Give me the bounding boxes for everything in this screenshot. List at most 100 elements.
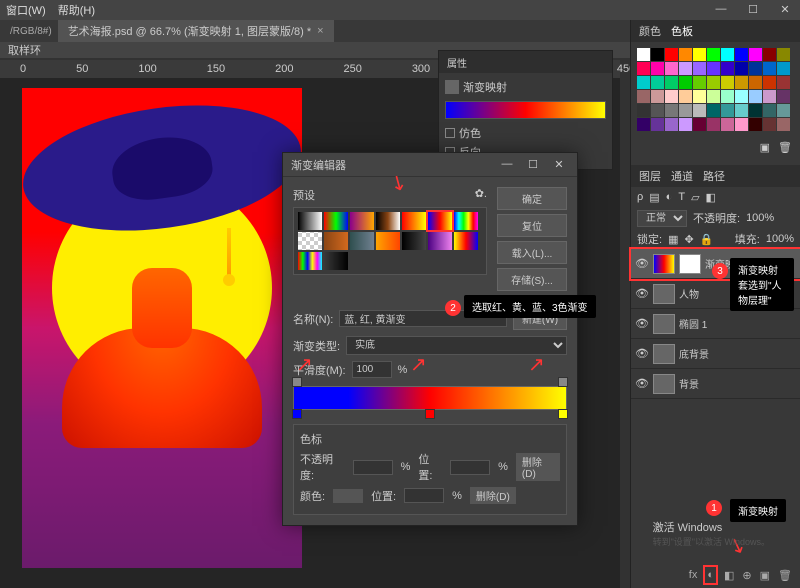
layer-footer-icon[interactable]: ⊕	[742, 569, 751, 582]
filter-type-icon[interactable]: ▤	[649, 191, 659, 204]
filter-adj-icon[interactable]: ◐	[666, 191, 673, 203]
swatch[interactable]	[721, 48, 734, 61]
preset-swatch[interactable]	[350, 232, 374, 250]
swatch[interactable]	[735, 90, 748, 103]
tab-color[interactable]: 颜色	[639, 23, 661, 39]
layer-footer-icon[interactable]: ▣	[760, 569, 770, 582]
swatch[interactable]	[679, 48, 692, 61]
swatch[interactable]	[763, 62, 776, 75]
swatch[interactable]	[637, 118, 650, 131]
swatch[interactable]	[693, 76, 706, 89]
preset-swatch[interactable]	[324, 252, 348, 270]
swatch[interactable]	[763, 118, 776, 131]
position-input[interactable]	[450, 460, 490, 475]
ok-button[interactable]: 确定	[497, 187, 567, 210]
swatch[interactable]	[679, 62, 692, 75]
swatch[interactable]	[637, 76, 650, 89]
swatch[interactable]	[707, 118, 720, 131]
swatch[interactable]	[665, 76, 678, 89]
swatch[interactable]	[721, 118, 734, 131]
swatch[interactable]	[693, 104, 706, 117]
layer-thumbnail[interactable]	[653, 374, 675, 394]
canvas[interactable]	[22, 88, 302, 568]
tab-paths[interactable]: 路径	[703, 168, 725, 184]
dialog-close-icon[interactable]: ✕	[549, 158, 569, 171]
preset-swatch[interactable]	[324, 212, 348, 230]
color-position-input[interactable]	[404, 488, 444, 503]
swatch[interactable]	[777, 118, 790, 131]
preset-swatch[interactable]	[454, 232, 478, 250]
layer-footer-icon[interactable]: ◧	[724, 569, 734, 582]
swatch[interactable]	[749, 104, 762, 117]
swatch[interactable]	[721, 76, 734, 89]
swatch[interactable]	[679, 118, 692, 131]
presets-gear-icon[interactable]: ✿.	[475, 187, 487, 203]
preset-swatch[interactable]	[298, 212, 322, 230]
swatch[interactable]	[735, 76, 748, 89]
swatch[interactable]	[735, 118, 748, 131]
swatch[interactable]	[721, 90, 734, 103]
swatch[interactable]	[707, 62, 720, 75]
swatch-trash-icon[interactable]: 🗑	[778, 141, 792, 154]
visibility-icon[interactable]: 👁	[635, 287, 649, 300]
dither-checkbox[interactable]: 仿色	[445, 125, 606, 141]
swatch[interactable]	[651, 62, 664, 75]
tab-swatches[interactable]: 色板	[671, 23, 693, 39]
layer-thumbnail[interactable]	[653, 344, 675, 364]
swatch[interactable]	[679, 104, 692, 117]
gradient-preview[interactable]	[445, 101, 606, 119]
lock-all-icon[interactable]: 🔒	[700, 233, 714, 246]
menu-window[interactable]: 窗口(W)	[6, 2, 46, 18]
swatch[interactable]	[651, 104, 664, 117]
swatch[interactable]	[749, 118, 762, 131]
swatch[interactable]	[777, 48, 790, 61]
preset-swatch[interactable]	[428, 212, 452, 230]
layer-mask[interactable]	[679, 254, 701, 274]
swatch[interactable]	[651, 48, 664, 61]
filter-shape-icon[interactable]: ▱	[691, 191, 699, 204]
swatch[interactable]	[693, 62, 706, 75]
swatch[interactable]	[763, 104, 776, 117]
swatch[interactable]	[749, 76, 762, 89]
cancel-button[interactable]: 复位	[497, 214, 567, 237]
opacity-input[interactable]	[353, 460, 393, 475]
tab-channels[interactable]: 通道	[671, 168, 693, 184]
lock-position-icon[interactable]: ✥	[684, 233, 693, 246]
swatch[interactable]	[665, 90, 678, 103]
opacity-stop[interactable]	[292, 377, 302, 387]
layer-thumbnail[interactable]	[653, 314, 675, 334]
color-stop-red[interactable]	[425, 409, 435, 419]
swatch[interactable]	[763, 76, 776, 89]
swatch[interactable]	[665, 104, 678, 117]
swatch[interactable]	[637, 48, 650, 61]
preset-swatch[interactable]	[350, 212, 374, 230]
close-button[interactable]: ✕	[770, 0, 800, 18]
swatch[interactable]	[707, 76, 720, 89]
swatch[interactable]	[707, 48, 720, 61]
preset-swatch[interactable]	[454, 212, 478, 230]
opacity-stop[interactable]	[558, 377, 568, 387]
swatch[interactable]	[651, 90, 664, 103]
minimize-button[interactable]: —	[706, 0, 736, 18]
swatch[interactable]	[749, 48, 762, 61]
menu-help[interactable]: 帮助(H)	[58, 2, 95, 18]
visibility-icon[interactable]: 👁	[635, 347, 649, 360]
close-icon[interactable]: ×	[317, 25, 323, 37]
swatch[interactable]	[777, 104, 790, 117]
preset-swatch[interactable]	[376, 232, 400, 250]
layer-footer-icon[interactable]: fx	[689, 569, 698, 581]
layer-row[interactable]: 👁 背景	[631, 369, 800, 399]
swatch[interactable]	[693, 48, 706, 61]
swatch[interactable]	[637, 104, 650, 117]
swatch[interactable]	[749, 90, 762, 103]
dialog-maximize-icon[interactable]: ☐	[523, 158, 543, 171]
delete-stop-button[interactable]: 删除(D)	[516, 453, 560, 481]
dialog-minimize-icon[interactable]: —	[497, 158, 517, 171]
swatch[interactable]	[735, 104, 748, 117]
filter-text-icon[interactable]: T	[678, 191, 685, 203]
layer-thumbnail[interactable]	[653, 284, 675, 304]
smooth-input[interactable]	[352, 361, 392, 378]
layer-row[interactable]: 👁 底背景	[631, 339, 800, 369]
swatch[interactable]	[735, 48, 748, 61]
swatch[interactable]	[777, 76, 790, 89]
